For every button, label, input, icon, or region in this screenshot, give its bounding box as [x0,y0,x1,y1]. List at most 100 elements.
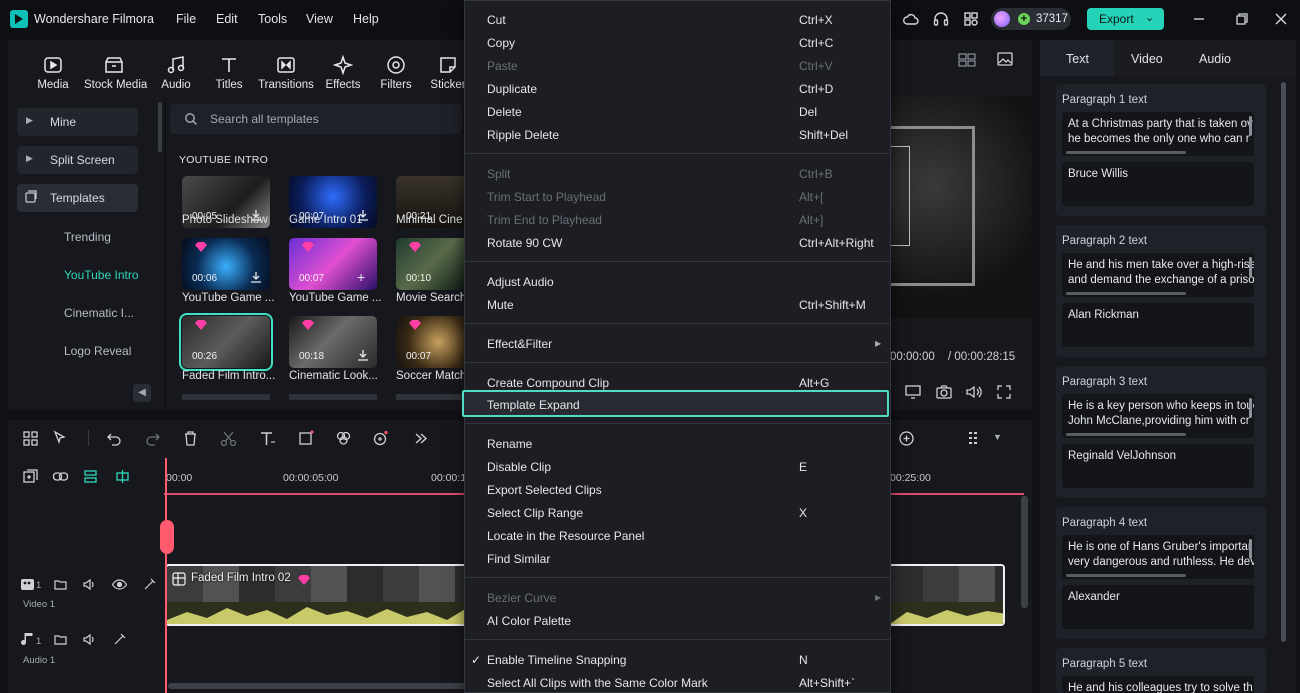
paragraph-name-field[interactable]: Reginald VelJohnson [1062,444,1254,488]
restore-icon[interactable] [1233,10,1251,28]
sidebar-scrollbar[interactable] [158,102,162,152]
cloud-icon[interactable] [902,10,920,28]
template-thumb[interactable]: 00:10 [396,238,466,290]
folder-icon[interactable] [52,631,69,648]
menu-item-cut[interactable]: Cut [487,13,506,27]
lock-wand-icon[interactable] [111,631,128,648]
tab-audio[interactable]: Audio [1199,52,1231,66]
add-icon[interactable]: + [357,270,369,284]
field-scrollbar[interactable] [1249,116,1252,136]
speaker-icon[interactable] [81,631,98,648]
menu-item-template-expand[interactable]: Template Expand [487,398,580,412]
playhead-handle[interactable] [160,520,174,554]
menu-item-effect-filter[interactable]: Effect&Filter [487,337,552,351]
template-thumb[interactable]: 00:06 [182,238,270,290]
tool-filters[interactable]: Filters [366,40,426,98]
paragraph-text-field[interactable]: At a Christmas party that is taken ov he… [1062,112,1254,156]
fullscreen-icon[interactable] [996,384,1012,400]
chevron-down-icon[interactable]: ▼ [993,432,1002,442]
snap-icon[interactable] [114,468,131,485]
sidebar-item-mine[interactable]: ▶ Mine [17,108,138,136]
minimize-icon[interactable] [1190,10,1208,28]
menu-item-export-selected[interactable]: Export Selected Clips [487,483,602,497]
search-input[interactable]: Search all templates [170,104,462,134]
text-tool-icon[interactable] [259,430,276,447]
field-hscrollbar[interactable] [1066,151,1186,154]
menu-item-timeline-snapping[interactable]: Enable Timeline Snapping [487,653,626,667]
template-thumb-selected[interactable]: 00:26 [179,313,273,371]
export-button[interactable]: Export ⌄ [1087,8,1164,30]
paragraph-name-field[interactable]: Alan Rickman [1062,303,1254,347]
menu-item-create-compound-clip[interactable]: Create Compound Clip [487,376,609,390]
tool-titles[interactable]: Titles [199,40,259,98]
field-scrollbar[interactable] [1249,257,1252,277]
template-thumb[interactable]: 00:07 [396,316,466,368]
sidebar-sub-trending[interactable]: Trending [64,230,111,244]
menu-help[interactable]: Help [353,12,379,26]
download-icon[interactable] [250,271,262,284]
layout-grid-icon[interactable] [22,430,39,447]
chevron-down-icon[interactable]: ⌄ [1145,11,1154,24]
more-tools-icon[interactable] [412,430,429,447]
menu-item-copy[interactable]: Copy [487,36,515,50]
headset-icon[interactable] [932,10,950,28]
volume-icon[interactable] [965,384,983,400]
redo-icon[interactable] [144,430,161,447]
speaker-icon[interactable] [81,576,98,593]
sidebar-item-split-screen[interactable]: ▶ Split Screen [17,146,138,174]
template-thumb[interactable]: 00:07 + [289,238,377,290]
close-icon[interactable] [1272,10,1290,28]
menu-item-ripple-delete[interactable]: Ripple Delete [487,128,559,142]
menu-view[interactable]: View [306,12,333,26]
timeline-vscrollbar[interactable] [1021,496,1028,608]
select-cursor-icon[interactable] [52,430,69,447]
menu-item-adjust-audio[interactable]: Adjust Audio [487,275,554,289]
color-icon[interactable] [335,430,352,447]
undo-icon[interactable] [106,430,123,447]
link-icon[interactable] [52,468,69,485]
menu-item-mute[interactable]: Mute [487,298,514,312]
field-scrollbar[interactable] [1249,398,1252,418]
tab-text[interactable]: Text [1066,52,1089,66]
timeline-hscrollbar[interactable] [168,683,468,689]
menu-item-rotate[interactable]: Rotate 90 CW [487,236,562,250]
crop-icon[interactable] [298,430,315,447]
props-scrollbar[interactable] [1281,82,1286,642]
sidebar-sub-youtube-intro[interactable]: YouTube Intro [64,268,139,282]
menu-item-trim-end[interactable]: Trim End to Playhead [487,213,602,227]
sidebar-sub-cinematic[interactable]: Cinematic I... [64,306,134,320]
paragraph-name-field[interactable]: Alexander [1062,585,1254,629]
credits-badge[interactable]: + 37317 [991,8,1071,30]
menu-item-select-clip-range[interactable]: Select Clip Range [487,506,583,520]
template-thumb[interactable]: 00:18 [289,316,377,368]
menu-item-paste[interactable]: Paste [487,59,518,73]
paragraph-text-field[interactable]: He is a key person who keeps in touc Joh… [1062,394,1254,438]
tool-media[interactable]: Media [23,40,83,98]
menu-item-ai-color-palette[interactable]: AI Color Palette [487,614,571,628]
menu-item-locate-resource[interactable]: Locate in the Resource Panel [487,529,644,543]
display-settings-icon[interactable] [904,384,922,400]
sidebar-item-templates[interactable]: Templates [17,184,138,212]
snapshot-camera-icon[interactable] [935,384,953,400]
folder-icon[interactable] [52,576,69,593]
menu-item-select-same-color[interactable]: Select All Clips with the Same Color Mar… [487,676,708,690]
layout-icon[interactable] [958,52,976,68]
field-hscrollbar[interactable] [1066,433,1186,436]
magnet-track-icon[interactable] [82,468,99,485]
download-icon[interactable] [357,349,369,362]
add-track-icon[interactable] [22,468,39,485]
menu-item-disable-clip[interactable]: Disable Clip [487,460,551,474]
menu-item-trim-start[interactable]: Trim Start to Playhead [487,190,606,204]
menu-item-bezier-curve[interactable]: Bezier Curve [487,591,556,605]
menu-item-delete[interactable]: Delete [487,105,522,119]
paragraph-text-field[interactable]: He is one of Hans Gruber's importar very… [1062,535,1254,579]
scissors-icon[interactable] [220,430,237,447]
tab-video[interactable]: Video [1131,52,1163,66]
tool-stock-media[interactable]: Stock Media [84,40,147,98]
paragraph-name-field[interactable]: Bruce Willis [1062,162,1254,206]
menu-tools[interactable]: Tools [258,12,287,26]
paragraph-text-field[interactable]: He and his colleagues try to solve th [1062,676,1254,693]
menu-file[interactable]: File [176,12,196,26]
menu-item-split[interactable]: Split [487,167,510,181]
delete-trash-icon[interactable] [182,430,199,447]
